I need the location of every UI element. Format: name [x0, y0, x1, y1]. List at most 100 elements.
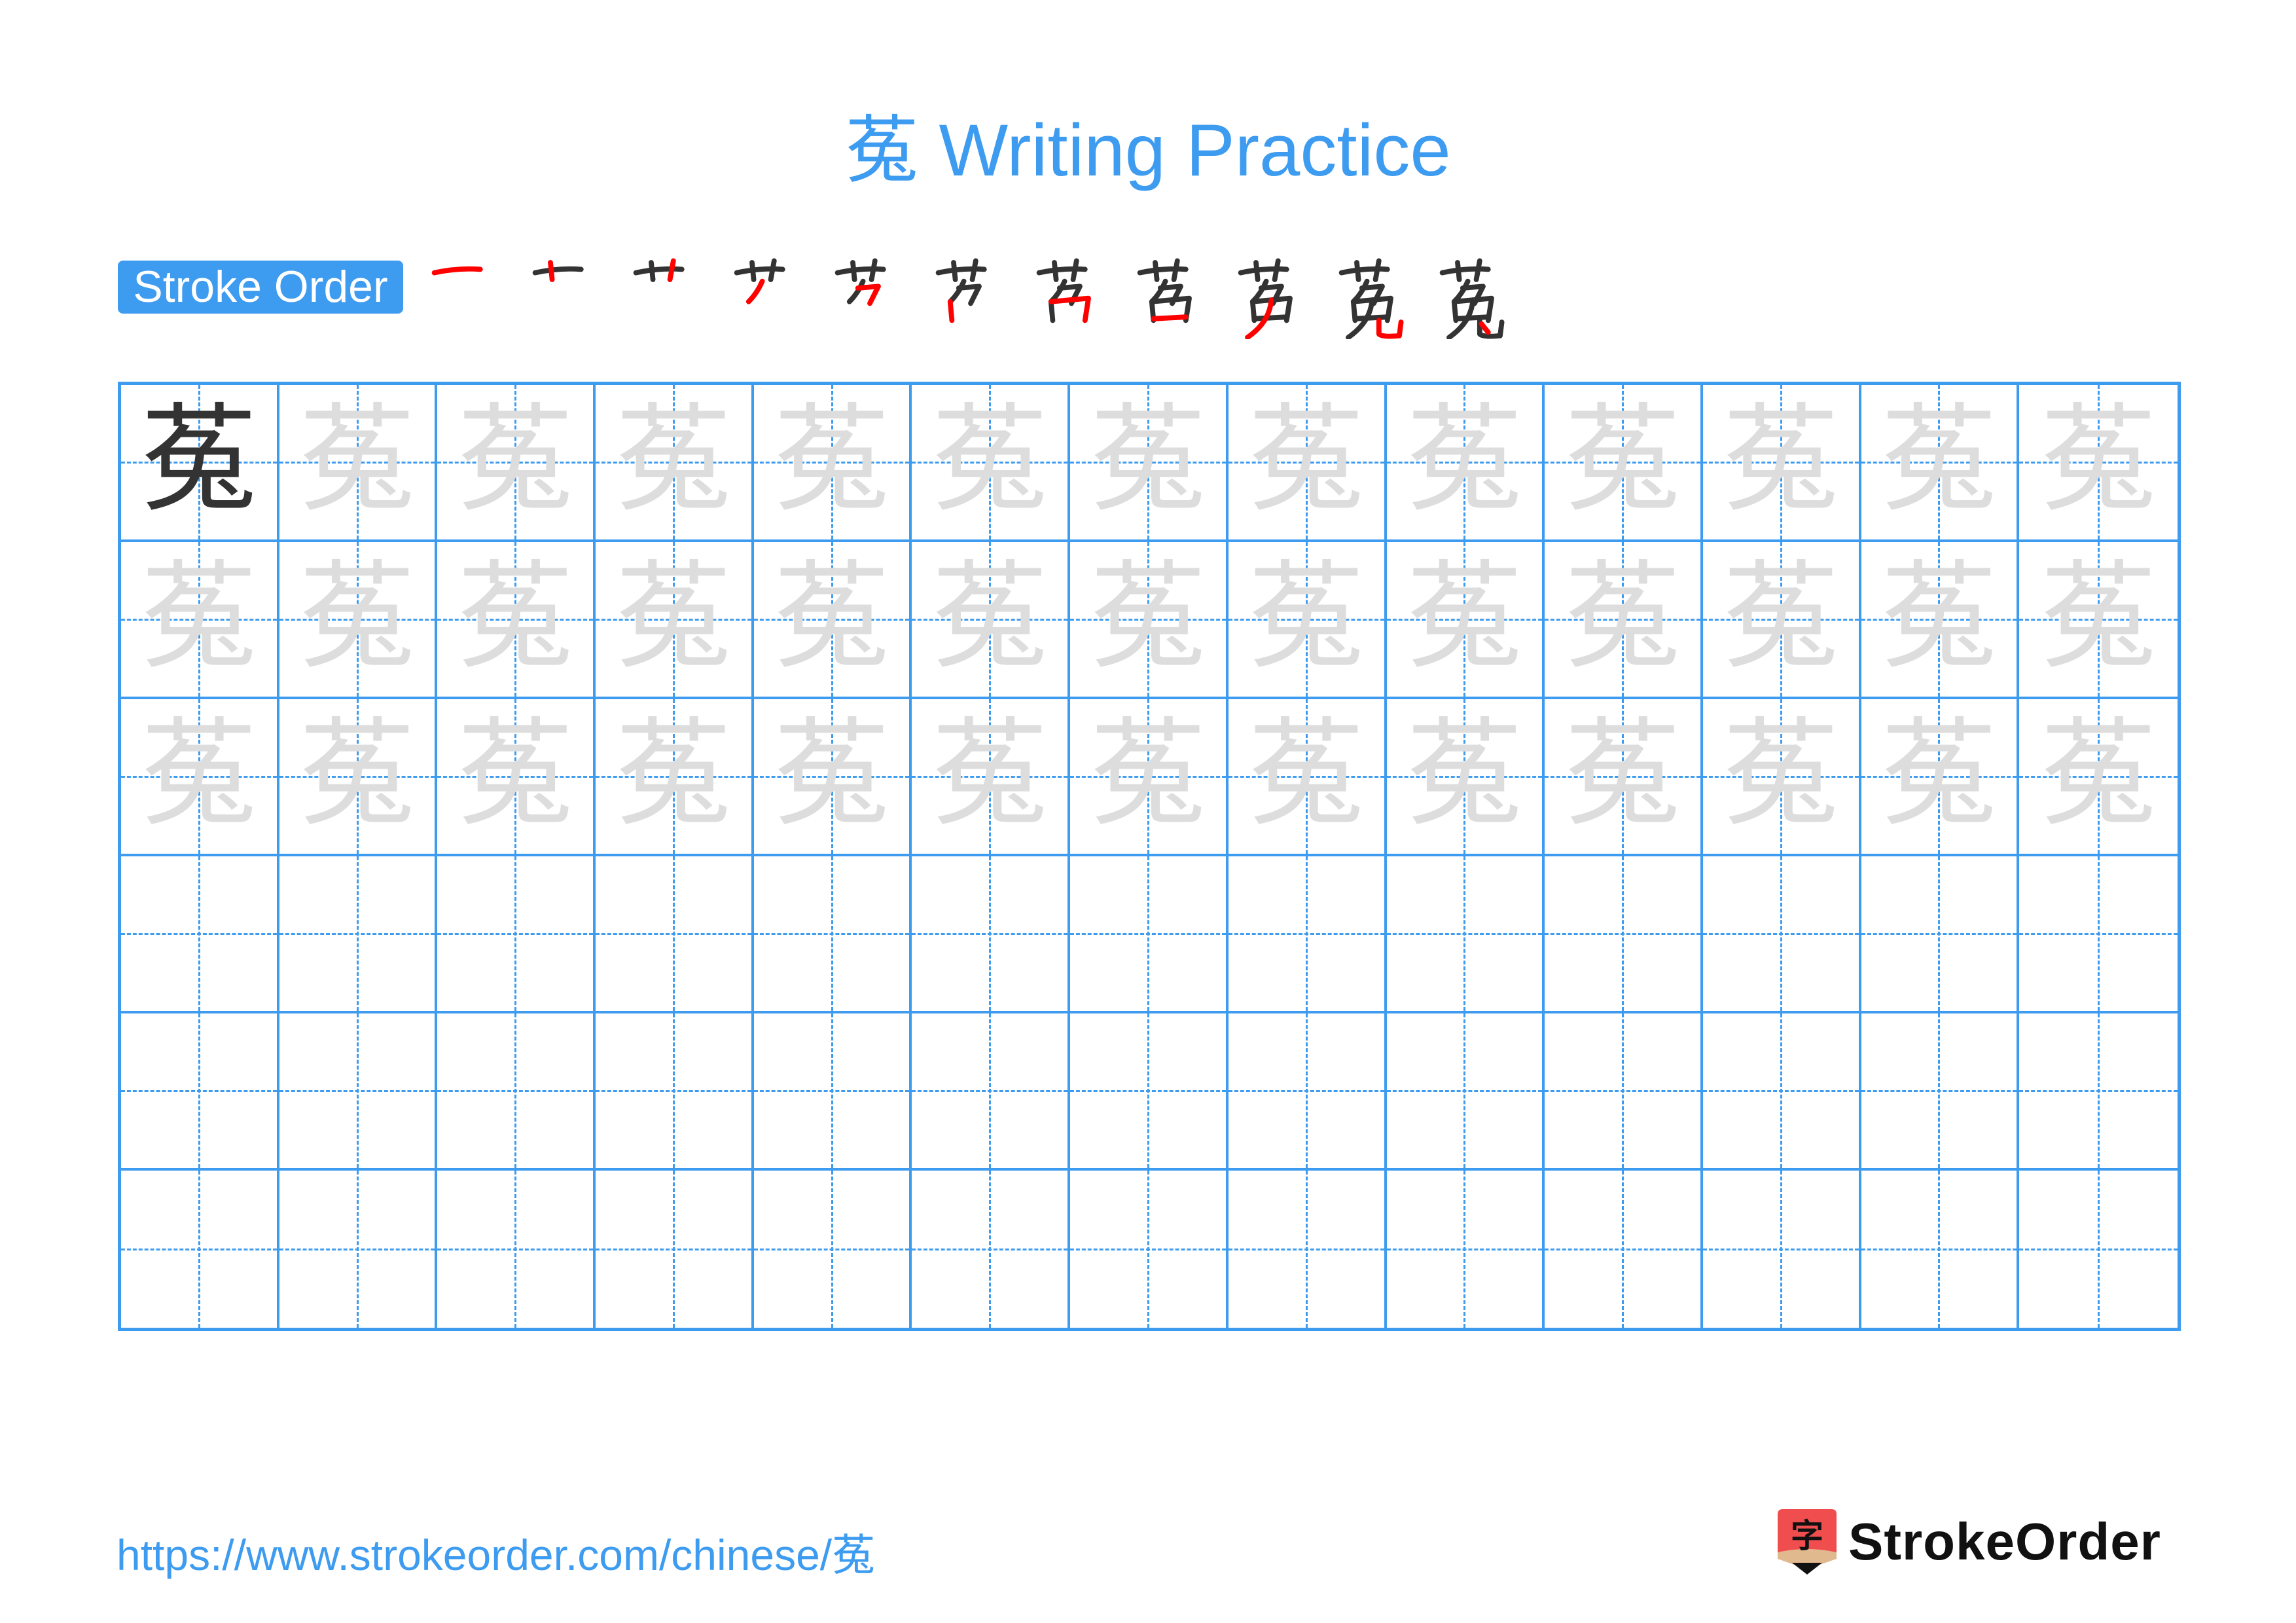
- practice-cell[interactable]: [753, 856, 912, 1013]
- practice-cell[interactable]: 菟: [1545, 385, 1703, 542]
- practice-cell[interactable]: 菟: [279, 699, 438, 856]
- practice-cell[interactable]: [2019, 1171, 2178, 1328]
- practice-cell[interactable]: [596, 856, 754, 1013]
- stroke-step-11: [1427, 249, 1528, 347]
- practice-cell[interactable]: 菟: [2019, 542, 2178, 699]
- trace-character: 菟: [931, 549, 1049, 685]
- stroke-7: [1048, 295, 1091, 323]
- practice-cell[interactable]: 菟: [279, 542, 438, 699]
- practice-cell[interactable]: 菟: [2019, 699, 2178, 856]
- practice-cell[interactable]: [279, 1171, 438, 1328]
- practice-cell[interactable]: [437, 1013, 596, 1171]
- practice-cell[interactable]: [1386, 856, 1545, 1013]
- practice-cell[interactable]: 菟: [121, 542, 279, 699]
- practice-cell[interactable]: 菟: [1070, 385, 1229, 542]
- stroke-step-glyph: [834, 258, 886, 306]
- practice-cell[interactable]: [1229, 1171, 1387, 1328]
- stroke-step-8: [1124, 249, 1225, 347]
- practice-cell[interactable]: [912, 856, 1071, 1013]
- practice-cell[interactable]: 菟: [1861, 385, 2020, 542]
- brand-logo[interactable]: 字 StrokeOrder: [1778, 1509, 2161, 1575]
- practice-cell[interactable]: 菟: [1228, 385, 1387, 542]
- practice-cell[interactable]: [1070, 1171, 1229, 1328]
- practice-cell[interactable]: 菟: [1386, 699, 1545, 856]
- practice-cell[interactable]: 菟: [1861, 699, 2020, 856]
- stroke-step-glyph: [633, 258, 685, 282]
- stroke-2: [649, 260, 656, 282]
- practice-cell[interactable]: [1387, 1171, 1545, 1328]
- practice-cell[interactable]: [912, 1013, 1071, 1171]
- practice-cell[interactable]: 菟: [121, 699, 279, 856]
- practice-cell[interactable]: 菟: [1702, 542, 1861, 699]
- practice-cell[interactable]: 菟: [1228, 542, 1387, 699]
- practice-cell[interactable]: 菟: [437, 542, 596, 699]
- stroke-step-glyph: [1238, 258, 1293, 339]
- practice-cell[interactable]: [1703, 1171, 1861, 1328]
- practice-cell[interactable]: [1070, 856, 1229, 1013]
- stroke-step-9: [1225, 249, 1326, 347]
- practice-cell[interactable]: [1861, 856, 2020, 1013]
- stroke-step-10: [1326, 249, 1427, 347]
- practice-cell[interactable]: 菟: [1386, 542, 1545, 699]
- stroke-step-5: [822, 249, 923, 347]
- stroke-1: [1137, 266, 1189, 276]
- practice-cell[interactable]: 菟: [753, 385, 912, 542]
- practice-cell[interactable]: 菟: [1228, 699, 1387, 856]
- practice-cell[interactable]: 菟: [1545, 542, 1703, 699]
- footer-url-link[interactable]: https://www.strokeorder.com/chinese/菟: [117, 1520, 875, 1583]
- practice-cell[interactable]: [1070, 1013, 1229, 1171]
- practice-cell[interactable]: 菟: [596, 542, 754, 699]
- practice-cell[interactable]: [279, 856, 438, 1013]
- practice-cell[interactable]: [121, 1013, 279, 1171]
- practice-cell[interactable]: [1861, 1013, 2020, 1171]
- practice-cell[interactable]: 菟: [1702, 699, 1861, 856]
- stroke-1: [935, 266, 987, 276]
- practice-cell[interactable]: [437, 1171, 596, 1328]
- practice-cell[interactable]: [2019, 856, 2178, 1013]
- practice-cell[interactable]: [1386, 1013, 1545, 1171]
- practice-cell[interactable]: [279, 1013, 438, 1171]
- practice-cell[interactable]: 菟: [1070, 542, 1229, 699]
- practice-cell[interactable]: 菟: [753, 699, 912, 856]
- practice-cell[interactable]: [912, 1171, 1071, 1328]
- practice-cell[interactable]: 菟: [912, 542, 1071, 699]
- practice-cell[interactable]: 菟: [437, 699, 596, 856]
- stroke-6: [947, 299, 955, 323]
- practice-cell[interactable]: [753, 1013, 912, 1171]
- practice-cell[interactable]: 菟: [753, 542, 912, 699]
- practice-cell[interactable]: [121, 1171, 279, 1328]
- practice-cell[interactable]: 菟: [912, 385, 1071, 542]
- practice-cell[interactable]: [2019, 1013, 2178, 1171]
- trace-character: 菟: [1880, 392, 1998, 528]
- trace-character: 菟: [2040, 392, 2157, 528]
- practice-cell[interactable]: [1545, 1013, 1703, 1171]
- stroke-8: [1251, 314, 1289, 321]
- practice-cell[interactable]: [596, 1013, 754, 1171]
- practice-cell[interactable]: 菟: [279, 385, 438, 542]
- practice-cell[interactable]: 菟: [912, 699, 1071, 856]
- practice-cell[interactable]: [596, 1171, 754, 1328]
- stroke-3: [1171, 258, 1180, 282]
- practice-cell[interactable]: 菟: [2019, 385, 2178, 542]
- practice-cell[interactable]: 菟: [1702, 385, 1861, 542]
- practice-cell[interactable]: [1702, 856, 1861, 1013]
- practice-cell[interactable]: 菟: [437, 385, 596, 542]
- practice-cell[interactable]: [121, 856, 279, 1013]
- practice-cell[interactable]: 菟: [1386, 385, 1545, 542]
- practice-cell[interactable]: [1545, 856, 1703, 1013]
- practice-cell[interactable]: 菟: [1861, 542, 2020, 699]
- practice-cell[interactable]: [1861, 1171, 2020, 1328]
- practice-cell[interactable]: 菟: [596, 699, 754, 856]
- practice-cell[interactable]: [1228, 1013, 1387, 1171]
- practice-cell[interactable]: 菟: [1545, 699, 1703, 856]
- practice-cell[interactable]: [1702, 1013, 1861, 1171]
- practice-cell[interactable]: [1545, 1171, 1703, 1328]
- practice-cell[interactable]: 菟: [1070, 699, 1229, 856]
- practice-cell[interactable]: [437, 856, 596, 1013]
- stroke-3: [768, 258, 777, 282]
- stroke-order-sequence: [419, 249, 1528, 347]
- practice-cell[interactable]: [1228, 856, 1387, 1013]
- practice-cell[interactable]: 菟: [596, 385, 754, 542]
- practice-cell[interactable]: 菟: [121, 385, 279, 542]
- practice-cell[interactable]: [754, 1171, 912, 1328]
